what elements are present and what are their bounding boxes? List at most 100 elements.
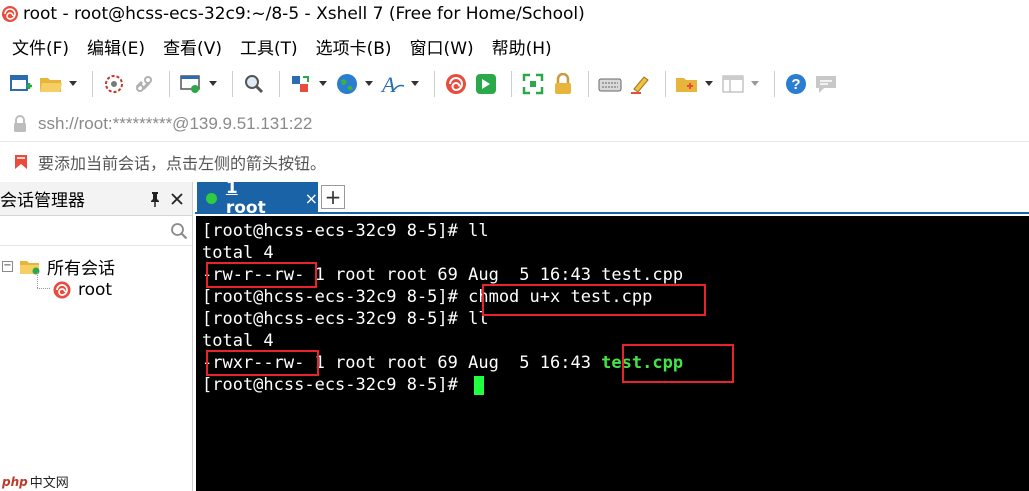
xshell-logo-icon — [2, 6, 18, 22]
toolbar-divider — [665, 71, 666, 97]
session-properties-icon[interactable] — [178, 71, 204, 97]
highlight-box-chmod-command — [482, 284, 706, 316]
svg-text:?: ? — [791, 76, 800, 93]
command: ll — [468, 221, 489, 241]
font-icon[interactable]: A — [380, 71, 406, 97]
keyboard-icon[interactable] — [597, 71, 623, 97]
transfer-icon[interactable] — [288, 71, 314, 97]
prompt: [root@hcss-ecs-32c9 8-5]# — [202, 309, 469, 329]
menu-help[interactable]: 帮助(H) — [480, 34, 558, 59]
toolbar-divider — [434, 71, 435, 97]
tab-close-icon[interactable]: × — [305, 189, 318, 208]
highlight-box-new-permissions — [206, 350, 319, 376]
session-manager-panel: 会话管理器 − 所有会话 root — [0, 182, 193, 491]
output: total 4 — [202, 331, 274, 351]
help-icon[interactable]: ? — [783, 71, 809, 97]
new-tab-button[interactable]: + — [321, 185, 345, 209]
session-tree: − 所有会话 root — [0, 246, 192, 326]
menu-tools[interactable]: 工具(T) — [228, 34, 304, 59]
lock-icon[interactable] — [550, 71, 576, 97]
toolbar-divider — [92, 71, 93, 97]
menu-view[interactable]: 查看(V) — [151, 34, 228, 59]
bookmark-arrow-icon[interactable] — [12, 153, 30, 171]
open-folder-icon[interactable] — [38, 71, 64, 97]
terminal-cursor — [474, 375, 485, 395]
chevron-down-icon[interactable] — [704, 71, 714, 97]
compose-icon[interactable] — [674, 71, 700, 97]
chevron-down-icon[interactable] — [318, 71, 328, 97]
toolbar-divider — [588, 71, 589, 97]
xftp-icon[interactable] — [473, 71, 499, 97]
chevron-down-icon[interactable] — [410, 71, 420, 97]
terminal-line: [root@hcss-ecs-32c9 8-5]# ll — [202, 308, 489, 330]
terminal-line: total 4 — [202, 330, 274, 352]
file-info: 1 root root 69 Aug 5 16:43 — [304, 265, 602, 285]
chevron-down-icon[interactable] — [208, 71, 218, 97]
chevron-down-icon[interactable] — [68, 71, 78, 97]
reconnect-icon[interactable] — [101, 71, 127, 97]
layout-icon[interactable] — [720, 71, 746, 97]
tab-root[interactable]: 1 root × — [197, 178, 318, 218]
address-url[interactable]: ssh://root:*********@139.9.51.131:22 — [38, 114, 312, 134]
file-info: 1 root root 69 Aug 5 16:43 — [304, 353, 602, 373]
session-manager-header: 会话管理器 — [0, 182, 192, 216]
new-session-icon[interactable] — [8, 71, 34, 97]
prompt: [root@hcss-ecs-32c9 8-5]# — [202, 375, 469, 395]
pin-icon[interactable] — [148, 191, 162, 207]
find-icon[interactable] — [241, 71, 267, 97]
lock-icon — [14, 114, 26, 132]
chevron-down-icon[interactable] — [364, 71, 374, 97]
tab-bar: 1 root × + — [195, 178, 1029, 218]
window-title: root - root@hcss-ecs-32c9:~/8-5 - Xshell… — [23, 4, 585, 24]
toolbar-divider — [774, 71, 775, 97]
menu-file[interactable]: 文件(F) — [0, 34, 75, 59]
title-bar: root - root@hcss-ecs-32c9:~/8-5 - Xshell… — [0, 0, 1029, 28]
tree-item-label: root — [78, 280, 113, 300]
tab-label[interactable]: 1 root — [226, 178, 283, 218]
watermark-text: 中文网 — [29, 476, 69, 491]
file-name: test.cpp — [601, 265, 684, 285]
tree-item-root-session[interactable]: root — [52, 280, 112, 300]
collapse-toggle-icon[interactable]: − — [2, 261, 13, 272]
toolbar-divider — [511, 71, 512, 97]
toolbar-divider — [279, 71, 280, 97]
highlight-box-old-permissions — [206, 262, 317, 288]
menu-tabs[interactable]: 选项卡(B) — [304, 34, 398, 59]
tree-connector — [37, 272, 38, 288]
prompt: [root@hcss-ecs-32c9 8-5]# — [202, 287, 469, 307]
chat-icon[interactable] — [813, 71, 839, 97]
menu-bar: 文件(F) 编辑(E) 查看(V) 工具(T) 选项卡(B) 窗口(W) 帮助(… — [0, 30, 558, 62]
disconnect-icon[interactable] — [131, 71, 157, 97]
toolbar-divider — [232, 71, 233, 97]
menu-edit[interactable]: 编辑(E) — [75, 34, 151, 59]
highlight-box-executable-file — [622, 344, 734, 383]
session-search-input[interactable] — [0, 219, 160, 243]
connection-status-icon — [206, 192, 217, 204]
menu-window[interactable]: 窗口(W) — [398, 34, 480, 59]
output: total 4 — [202, 243, 274, 263]
prompt: [root@hcss-ecs-32c9 8-5]# — [202, 221, 469, 241]
highlight-pen-icon[interactable] — [627, 71, 653, 97]
hint-bar: 要添加当前会话，点击左侧的箭头按钮。 — [0, 144, 1029, 180]
fullscreen-icon[interactable] — [520, 71, 546, 97]
chevron-down-icon[interactable] — [750, 71, 760, 97]
toolbar-divider — [169, 71, 170, 97]
terminal-line: total 4 — [202, 242, 274, 264]
terminal[interactable]: [root@hcss-ecs-32c9 8-5]# ll total 4 -rw… — [196, 216, 1029, 491]
tree-connector — [37, 288, 50, 289]
terminal-line: [root@hcss-ecs-32c9 8-5]# — [202, 374, 485, 396]
search-icon[interactable] — [170, 222, 188, 240]
globe-icon[interactable] — [334, 71, 360, 97]
watermark-brand: php — [2, 474, 28, 489]
svg-text:A: A — [380, 72, 396, 96]
session-search — [0, 216, 192, 246]
address-bar[interactable]: ssh://root:*********@139.9.51.131:22 — [0, 106, 1029, 142]
xshell-icon[interactable] — [443, 71, 469, 97]
watermark: php 中文网 — [2, 472, 69, 491]
tree-item-label: 所有会话 — [47, 259, 115, 279]
hint-text: 要添加当前会话，点击左侧的箭头按钮。 — [38, 154, 327, 173]
session-manager-title: 会话管理器 — [0, 191, 85, 211]
terminal-line: [root@hcss-ecs-32c9 8-5]# ll — [202, 220, 489, 242]
close-icon[interactable] — [170, 192, 184, 206]
tree-item-all-sessions[interactable]: − 所有会话 — [2, 254, 115, 279]
